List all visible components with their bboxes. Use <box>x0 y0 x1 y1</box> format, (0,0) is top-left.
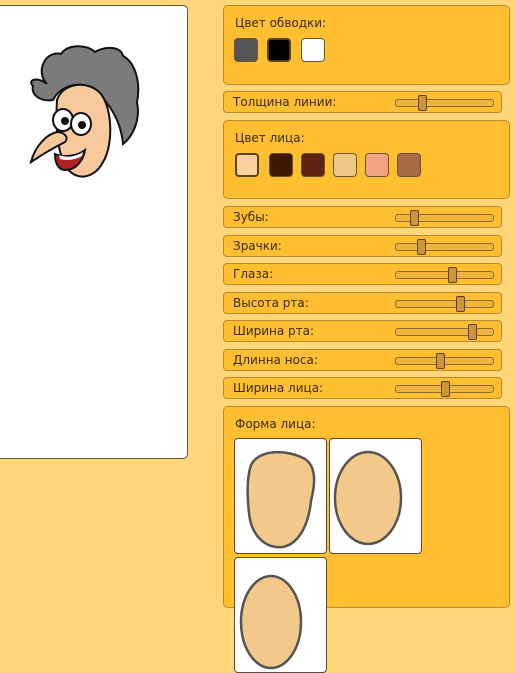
slider-row-mouth-height: Высота рта: <box>223 292 502 314</box>
face-color-swatch-6[interactable] <box>397 153 421 177</box>
slider-thumb[interactable] <box>456 296 466 312</box>
slider-thumb[interactable] <box>435 353 445 369</box>
face-shape-label: Форма лица: <box>235 417 316 431</box>
slider-track[interactable] <box>395 381 494 397</box>
face-shape-option-round[interactable] <box>234 557 327 673</box>
line-thickness-label: Толщина линии: <box>233 95 337 109</box>
slider-row-teeth: Зубы: <box>223 206 502 228</box>
outline-color-swatch-gray[interactable] <box>234 38 258 62</box>
outline-color-section: Цвет обводки: <box>223 5 510 85</box>
face-color-swatch-4[interactable] <box>333 153 357 177</box>
face-shape-section: Форма лица: <box>223 406 510 673</box>
face-color-section: Цвет лица: <box>223 120 510 199</box>
face-color-swatch-2[interactable] <box>269 153 293 177</box>
line-thickness-slider-row: Толщина линии: <box>223 91 502 113</box>
slider-track[interactable] <box>395 324 494 340</box>
slider-label: Глаза: <box>233 267 274 281</box>
slider-thumb[interactable] <box>467 324 477 340</box>
face-shape-icon <box>239 574 303 670</box>
slider-track[interactable] <box>395 267 494 283</box>
line-thickness-thumb[interactable] <box>418 95 428 111</box>
face-color-label: Цвет лица: <box>235 131 305 145</box>
outline-color-label: Цвет обводки: <box>235 16 327 30</box>
slider-row-mouth-width: Ширина рта: <box>223 320 502 342</box>
slider-label: Зубы: <box>233 210 269 224</box>
slider-row-nose-length: Длинна носа: <box>223 349 502 371</box>
slider-row-pupils: Зрачки: <box>223 235 502 257</box>
slider-thumb[interactable] <box>417 239 427 255</box>
face-color-swatch-3[interactable] <box>301 153 325 177</box>
slider-track[interactable] <box>395 296 494 312</box>
slider-label: Длинна носа: <box>233 353 318 367</box>
slider-label: Зрачки: <box>233 239 282 253</box>
line-thickness-track[interactable] <box>395 95 494 111</box>
face-shape-icon <box>246 450 316 549</box>
face-color-swatch-5[interactable] <box>365 153 389 177</box>
slider-track[interactable] <box>395 353 494 369</box>
slider-thumb[interactable] <box>410 210 420 226</box>
outline-color-swatch-black[interactable] <box>267 38 291 62</box>
slider-row-face-width: Ширина лица: <box>223 377 502 399</box>
slider-label: Высота рта: <box>233 296 309 310</box>
slider-label: Ширина рта: <box>233 324 315 338</box>
face-color-swatch-1[interactable] <box>235 153 259 177</box>
outline-color-swatch-white[interactable] <box>301 38 325 62</box>
slider-thumb[interactable] <box>448 267 458 283</box>
face-canvas <box>0 5 188 459</box>
cartoon-face-icon <box>29 45 140 178</box>
face-shape-option-irregular[interactable] <box>234 438 327 554</box>
slider-label: Ширина лица: <box>233 381 324 395</box>
slider-row-eyes: Глаза: <box>223 263 502 285</box>
face-shape-icon <box>333 450 403 546</box>
slider-thumb[interactable] <box>441 381 451 397</box>
face-shape-option-oval[interactable] <box>329 438 422 554</box>
slider-track[interactable] <box>395 239 494 255</box>
slider-track[interactable] <box>395 210 494 226</box>
